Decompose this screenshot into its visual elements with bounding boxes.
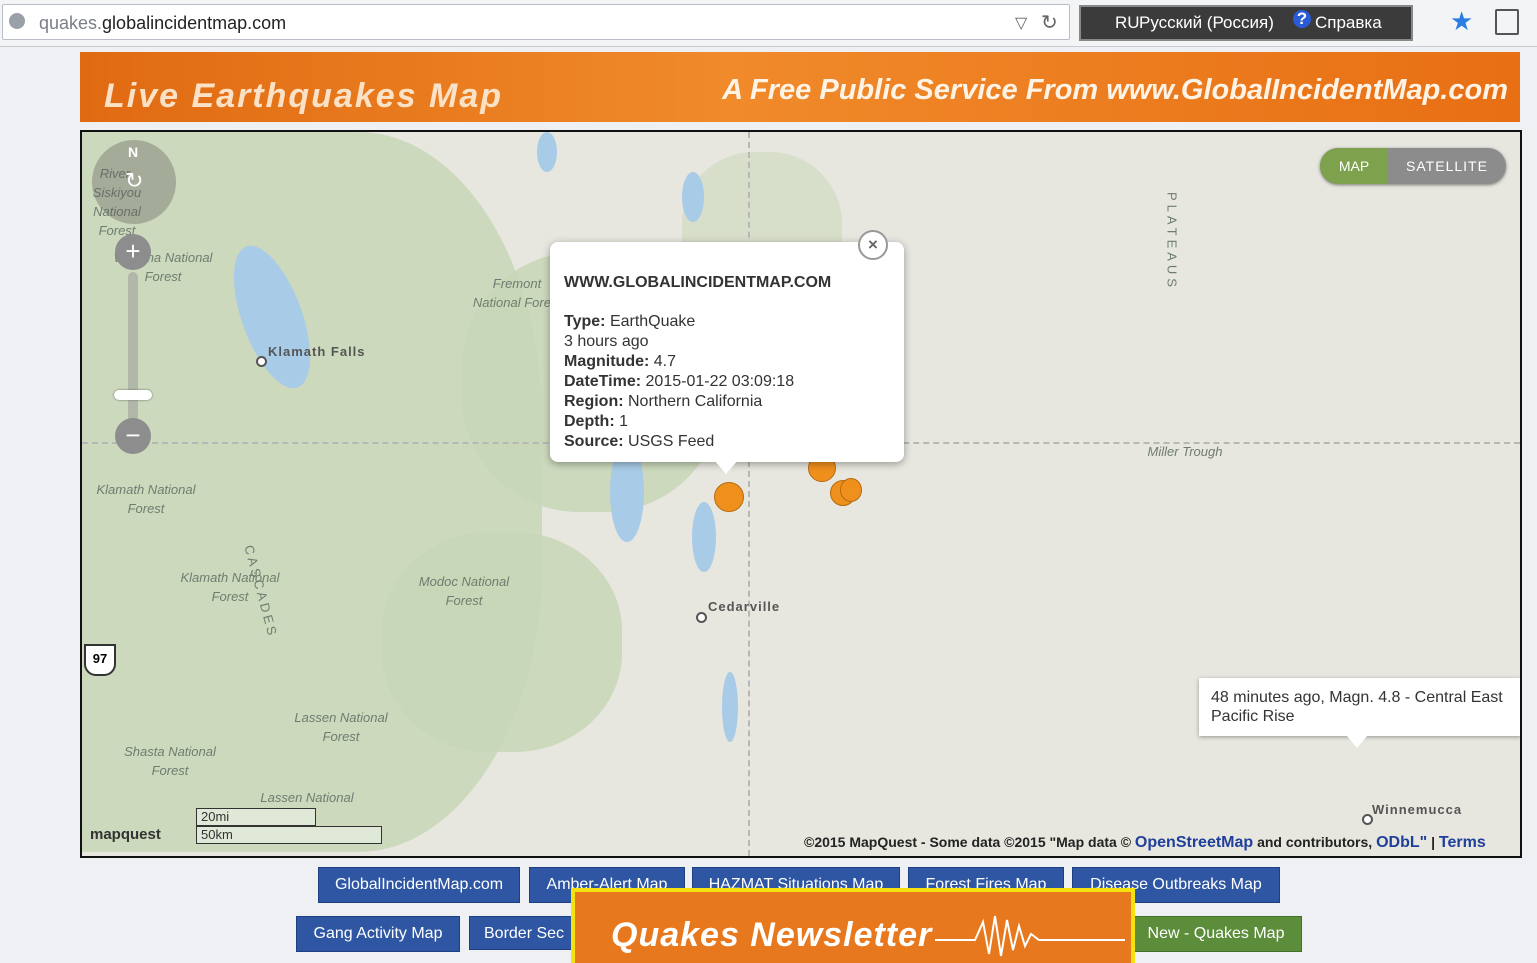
map-label: Fremont National Forest [472, 276, 562, 310]
map-label: Miller Trough [1147, 444, 1223, 459]
quakes-newsletter-banner[interactable]: Quakes Newsletter [571, 888, 1135, 963]
popup-region: Region: Northern California [564, 393, 763, 410]
tooltip-tail [1347, 736, 1367, 748]
popup-source: Source: USGS Feed [564, 433, 715, 450]
map-label: Modoc National Forest [418, 574, 510, 608]
city-label: Cedarville [708, 599, 781, 614]
city-label: Klamath Falls [268, 344, 366, 359]
zoom-slider-handle[interactable] [114, 390, 152, 400]
map-label: Shasta National Forest [124, 744, 216, 778]
incident-popup: × WWW.GLOBALINCIDENTMAP.COM Type: EarthQ… [550, 230, 904, 474]
terms-link[interactable]: Terms [1439, 834, 1486, 851]
scale-miles: 20mi [196, 808, 316, 826]
zoom-track[interactable] [114, 272, 152, 422]
nav-gang-activity[interactable]: Gang Activity Map [296, 916, 460, 952]
odbl-link[interactable]: ODbL" [1376, 834, 1427, 851]
zoom-in-button[interactable]: + [115, 234, 151, 270]
highway-shield: 97 [84, 644, 116, 676]
banner-title: Live Earthquakes Map [104, 77, 504, 115]
satellite-view-button[interactable]: SATELLITE [1388, 148, 1506, 184]
forest-area [382, 532, 622, 752]
rotate-icon[interactable]: ↻ [125, 168, 143, 194]
map-label: Klamath National Forest [96, 482, 196, 516]
lake [682, 172, 704, 222]
banner-tagline: A Free Public Service From www.GlobalInc… [722, 74, 1508, 106]
popup-tail [714, 460, 738, 474]
tooltip-text: 48 minutes ago, Magn. 4.8 - Central East… [1211, 689, 1503, 725]
seismograph-icon [935, 915, 1125, 957]
lake [537, 132, 557, 172]
popup-heading: WWW.GLOBALINCIDENTMAP.COM [564, 274, 832, 291]
zoom-out-button[interactable]: − [115, 418, 151, 454]
nav-globalincidentmap[interactable]: GlobalIncidentMap.com [318, 867, 520, 903]
language-bar[interactable]: RU Русский (Россия) ? Справка [1079, 5, 1413, 41]
popup-type: Type: EarthQuake [564, 313, 696, 330]
scale-km: 50km [196, 826, 382, 844]
newsletter-title: Quakes Newsletter [611, 916, 933, 954]
earthquake-marker[interactable] [714, 482, 744, 512]
city-label: Winnemucca [1372, 802, 1463, 817]
earthquake-marker[interactable] [840, 478, 862, 502]
reload-icon[interactable]: ↻ [1041, 10, 1058, 35]
url-text[interactable]: quakes.globalincidentmap.com [39, 13, 286, 34]
bookmark-star-icon[interactable]: ★ [1450, 6, 1473, 37]
map-attribution: ©2015 MapQuest - Some data ©2015 "Map da… [804, 834, 1486, 851]
map-label: PLATEAUS [1164, 192, 1180, 291]
state-border [748, 132, 750, 856]
reading-list-icon[interactable] [1495, 9, 1519, 35]
quake-tooltip: 48 minutes ago, Magn. 4.8 - Central East… [1199, 678, 1520, 748]
popup-datetime: DateTime: 2015-01-22 03:09:18 [564, 373, 795, 390]
help-label[interactable]: Справка [1315, 13, 1382, 33]
zoom-control: + − [114, 232, 154, 458]
compass-north-label: N [128, 144, 139, 160]
site-banner: Live Earthquakes Map A Free Public Servi… [80, 52, 1520, 122]
openstreetmap-link[interactable]: OpenStreetMap [1135, 834, 1253, 851]
language-code: RU [1115, 13, 1140, 32]
popup-magnitude: Magnitude: 4.7 [564, 353, 677, 370]
dropdown-arrow-icon[interactable]: ▽ [1015, 13, 1027, 33]
map-label: Lassen National [260, 790, 354, 805]
popup-age: 3 hours ago [564, 333, 649, 350]
lake [722, 672, 738, 742]
map-view-button[interactable]: MAP [1320, 148, 1388, 184]
city-marker [696, 612, 707, 623]
help-icon: ? [1293, 10, 1311, 28]
globe-icon [9, 13, 25, 29]
city-marker [256, 356, 267, 367]
close-icon[interactable]: × [858, 230, 888, 260]
mapquest-logo: mapquest [90, 826, 161, 843]
nav-new-quakes[interactable]: New - Quakes Map [1130, 916, 1302, 952]
browser-toolbar: quakes.globalincidentmap.com ▽ ↻ RU Русс… [0, 0, 1537, 47]
compass-control[interactable]: N ↻ [92, 140, 176, 224]
map-type-toggle: MAP SATELLITE [1320, 148, 1506, 184]
lake [692, 502, 716, 572]
map-canvas[interactable]: River-Siskiyou National Forest Winema Na… [80, 130, 1522, 858]
language-name[interactable]: Русский (Россия) [1139, 13, 1274, 33]
map-label: Lassen National Forest [294, 710, 388, 744]
popup-depth: Depth: 1 [564, 413, 629, 430]
address-bar[interactable]: quakes.globalincidentmap.com ▽ ↻ [2, 4, 1070, 40]
